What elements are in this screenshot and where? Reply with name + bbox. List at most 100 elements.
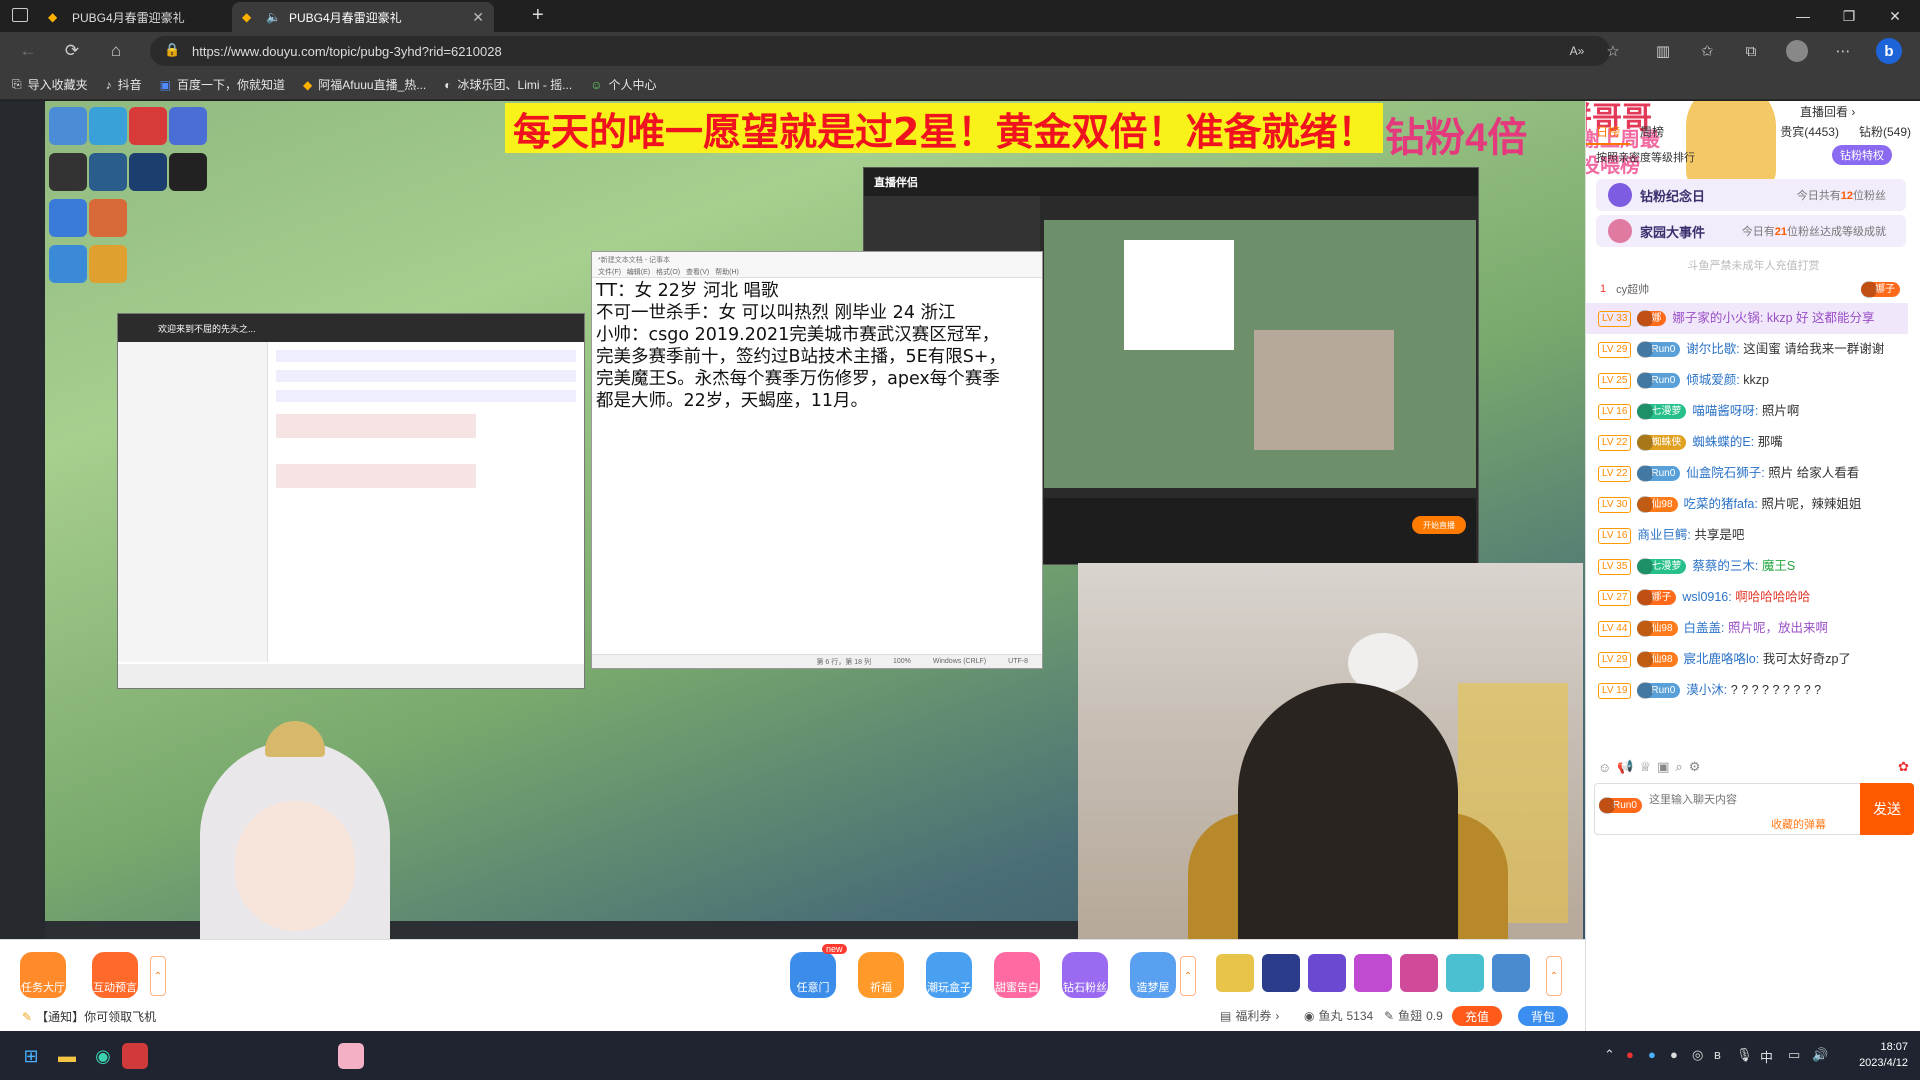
back-button[interactable]: ← bbox=[14, 38, 42, 64]
file-explorer-icon[interactable]: ▬ bbox=[50, 1039, 84, 1073]
bookmark-limi[interactable]: ◐ 冰球乐团、Limi - 摇... bbox=[444, 76, 572, 93]
task-hall-button[interactable]: 任务大厅 bbox=[16, 950, 70, 998]
notice-banner[interactable]: ✎ 【通知】你可领取飞机 bbox=[22, 1008, 156, 1025]
chat-username[interactable]: wsl0916: bbox=[1682, 590, 1731, 604]
steam-icon[interactable]: ◎ bbox=[1692, 1047, 1703, 1063]
fan-icon[interactable]: ▣ bbox=[1657, 759, 1669, 775]
tray-app-icon[interactable]: ● bbox=[1648, 1047, 1656, 1062]
close-window-button[interactable]: ✕ bbox=[1872, 0, 1918, 32]
home-event-card[interactable]: 家园大事件 今日有21位粉丝达成等级成就 bbox=[1596, 215, 1906, 247]
saved-barrage-link[interactable]: 收藏的弹幕 bbox=[1771, 816, 1826, 832]
diamond-fan-button[interactable]: 钻石粉丝 bbox=[1058, 950, 1112, 998]
chat-username[interactable]: 娜子家的小火锅: bbox=[1672, 311, 1763, 325]
microphone-icon[interactable]: 🎙 bbox=[1736, 1047, 1753, 1063]
toy-box-button[interactable]: 潮玩盒子 bbox=[922, 950, 976, 998]
input-fan-badge[interactable]: Run0 bbox=[1599, 797, 1642, 814]
refresh-button[interactable]: ⟳ bbox=[58, 38, 86, 64]
emoji-icon[interactable]: ☺ bbox=[1598, 760, 1611, 775]
fan-anniversary-card[interactable]: 钻粉纪念日 今日共有12位粉丝 bbox=[1596, 179, 1906, 211]
home-button[interactable]: ⌂ bbox=[102, 38, 130, 64]
chat-username[interactable]: 喵喵酱呀呀: bbox=[1692, 404, 1758, 418]
minimize-button[interactable]: — bbox=[1780, 0, 1826, 32]
bookmark-baidu[interactable]: ▣ 百度一下，你就知道 bbox=[160, 76, 285, 93]
chat-message[interactable]: LV 25 Run0 倾城爱颜: kkzp bbox=[1586, 365, 1908, 396]
bookmark-import[interactable]: ⎘ 导入收藏夹 bbox=[12, 76, 88, 93]
dream-house-button[interactable]: 造梦屋 bbox=[1126, 950, 1180, 998]
prediction-button[interactable]: 互动预言 bbox=[88, 950, 142, 998]
chat-message[interactable]: LV 30 仙98 吃菜的猪fafa: 照片呢，辣辣姐姐 bbox=[1586, 489, 1908, 520]
chat-username[interactable]: 吃菜的猪fafa: bbox=[1684, 497, 1758, 511]
chat-username[interactable]: 漠小沐: bbox=[1686, 683, 1727, 697]
gift-flower-icon[interactable] bbox=[1492, 954, 1530, 992]
speaker-icon[interactable]: 🔈 bbox=[266, 10, 281, 24]
gift-airplane-icon[interactable] bbox=[1216, 954, 1254, 992]
chat-message[interactable]: LV 22 Run0 仙盒院石狮子: 照片 给家人看看 bbox=[1586, 458, 1908, 489]
expand-left-arrow[interactable]: ⌃ bbox=[150, 956, 166, 996]
bookmark-afuuu[interactable]: ◆ 阿福Afuuu直播_热... bbox=[303, 76, 426, 93]
chat-username[interactable]: 蔡蔡的三木: bbox=[1692, 559, 1758, 573]
fan-badge-icon[interactable]: ♕ bbox=[1639, 759, 1651, 775]
chat-username[interactable]: 蜘蛛蝶的E: bbox=[1692, 435, 1754, 449]
address-bar[interactable]: 🔒 https://www.douyu.com/topic/pubg-3yhd?… bbox=[150, 36, 1610, 66]
megaphone-icon[interactable]: 📢 bbox=[1617, 759, 1633, 775]
gift-crystal-icon[interactable] bbox=[1400, 954, 1438, 992]
send-button[interactable]: 发送 bbox=[1860, 783, 1914, 835]
chat-username[interactable]: 谢尔比歇: bbox=[1686, 342, 1739, 356]
chat-username[interactable]: 仙盒院石狮子: bbox=[1686, 466, 1764, 480]
more-menu-icon[interactable]: ⋯ bbox=[1832, 40, 1854, 62]
gift-rocket-icon[interactable] bbox=[1262, 954, 1300, 992]
chat-message[interactable]: LV 44 仙98 白盖盖: 照片呢，放出来啊 bbox=[1586, 613, 1908, 644]
bookmark-douyin[interactable]: ♪ 抖音 bbox=[106, 76, 142, 93]
chat-input[interactable] bbox=[1649, 790, 1849, 810]
tab-diamond-fans[interactable]: 钻粉(549) bbox=[1849, 119, 1920, 145]
edge-browser-icon[interactable]: ◉ bbox=[86, 1039, 120, 1073]
gift-box-icon[interactable] bbox=[1308, 954, 1346, 992]
replay-link[interactable]: 直播回看 › bbox=[1800, 103, 1855, 120]
top-ranked-user[interactable]: 1 cy超帅 娜子 bbox=[1600, 280, 1906, 298]
chat-message[interactable]: LV 29 仙98 宸北鹿咯咯lo: 我可太好奇zp了 bbox=[1586, 644, 1908, 675]
video-player[interactable]: 欢迎来到不屈的先头之... 直播伴侣 开始直播 *新建文本文档 - 记事本 文件… bbox=[0, 101, 1585, 939]
tab-vip[interactable]: 贵宾(4453) bbox=[1770, 119, 1849, 145]
gift-diamond-icon[interactable] bbox=[1354, 954, 1392, 992]
start-windows-icon[interactable]: ⊞ bbox=[14, 1039, 48, 1073]
search-icon[interactable]: ⌕ bbox=[1675, 759, 1682, 775]
chat-message[interactable]: LV 19 Run0 漠小沐: ? ? ? ? ? ? ? ? ? bbox=[1586, 675, 1908, 706]
restore-button[interactable]: ❐ bbox=[1826, 0, 1872, 32]
system-clock[interactable]: 18:07 2023/4/12 bbox=[1859, 1039, 1908, 1071]
expand-center-arrow[interactable]: ⌃ bbox=[1180, 956, 1196, 996]
chat-message[interactable]: LV 35 七漫萝 蔡蔡的三木: 魔王S bbox=[1586, 551, 1908, 582]
chat-username[interactable]: 倾城爱颜: bbox=[1686, 373, 1739, 387]
volume-icon[interactable]: 🔊 bbox=[1812, 1047, 1828, 1063]
gift-card-icon[interactable] bbox=[1446, 954, 1484, 992]
sweet-confession-button[interactable]: 甜蜜告白 bbox=[990, 950, 1044, 998]
tab-daily[interactable]: 日榜 bbox=[1586, 119, 1631, 145]
add-favorite-icon[interactable]: ☆ bbox=[1602, 40, 1624, 62]
bing-icon[interactable]: b bbox=[1876, 38, 1902, 64]
bookmark-user-center[interactable]: ☺ 个人中心 bbox=[590, 76, 656, 93]
expand-gifts-arrow[interactable]: ⌃ bbox=[1546, 956, 1562, 996]
close-tab-icon[interactable]: ✕ bbox=[472, 9, 484, 26]
chat-username[interactable]: 宸北鹿咯咯lo: bbox=[1684, 652, 1760, 666]
portal-button[interactable]: 任意门 bbox=[786, 950, 840, 998]
chat-message[interactable]: LV 22 蜘蛛侠 蜘蛛蝶的E: 那嘴 bbox=[1586, 427, 1908, 458]
chat-username[interactable]: 商业巨鳄: bbox=[1637, 528, 1690, 542]
read-aloud-icon[interactable]: A» bbox=[1566, 40, 1588, 62]
favorites-icon[interactable]: ✩ bbox=[1696, 40, 1718, 62]
chat-message[interactable]: LV 27 娜子 wsl0916: 啊哈哈哈哈哈 bbox=[1586, 582, 1908, 613]
new-tab-button[interactable]: + bbox=[532, 4, 544, 27]
recharge-button[interactable]: 充值 bbox=[1452, 1006, 1502, 1026]
blessing-button[interactable]: 祈福 bbox=[854, 950, 908, 998]
chat-message[interactable]: LV 33 娜娜子家的小火锅: kkzp 好 这都能分享 bbox=[1586, 303, 1908, 334]
split-screen-icon[interactable]: ▥ bbox=[1652, 40, 1674, 62]
collections-icon[interactable]: ⧉ bbox=[1740, 40, 1762, 62]
network-icon[interactable]: ▭ bbox=[1788, 1047, 1800, 1063]
gift-icon[interactable]: ✿ bbox=[1898, 759, 1909, 775]
profile-avatar-icon[interactable] bbox=[1786, 40, 1808, 62]
chat-message[interactable]: LV 29 Run0 谢尔比歇: 这闺蜜 请给我来一群谢谢 bbox=[1586, 334, 1908, 365]
app-icon[interactable] bbox=[122, 1043, 148, 1069]
tray-app-icon[interactable]: ● bbox=[1670, 1047, 1678, 1062]
tab-actions-icon[interactable] bbox=[12, 8, 28, 22]
backpack-button[interactable]: 背包 bbox=[1518, 1006, 1568, 1026]
diamond-privilege-button[interactable]: 钻粉特权 bbox=[1832, 145, 1892, 165]
tab-weekly[interactable]: 周榜 bbox=[1630, 119, 1674, 145]
